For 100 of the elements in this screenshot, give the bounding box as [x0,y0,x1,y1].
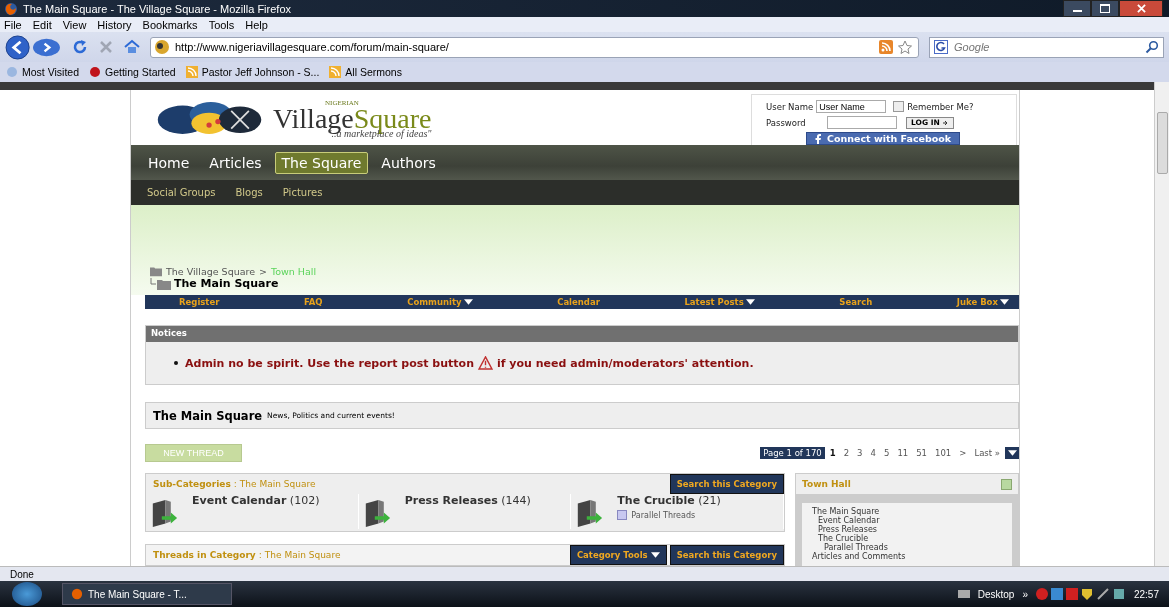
notice-text: Admin no be spirit. Use the report post button [185,356,474,370]
section-title: Threads in Category [153,549,256,560]
menu-item[interactable]: History [97,18,132,31]
page-link[interactable]: 1 [826,447,839,459]
category-tools-button[interactable]: Category Tools [569,544,667,565]
sidebar-title: Town Hall [802,479,851,489]
search-field[interactable]: Google [929,36,1164,58]
password-field[interactable] [827,116,897,129]
arrow-icon [942,119,949,126]
section-title: Sub-Categories [153,479,231,489]
menu-item[interactable]: Edit [32,18,52,31]
reload-icon[interactable] [72,39,88,55]
thread-count: (102) [289,494,320,507]
nav-tab[interactable]: Home [141,151,197,174]
subforum-link[interactable]: Event Calendar [192,494,287,507]
tree-item[interactable]: Parallel Threads [812,543,1002,552]
page-link[interactable]: 4 [867,447,879,459]
window-title: The Main Square - The Village Square - Mozilla Firefox [23,2,291,15]
bookmark-icon [6,66,18,78]
keyboard-icon [957,590,970,598]
bookmark-link[interactable]: Pastor Jeff Johnson - S... [201,66,320,78]
page-link[interactable]: > [956,447,970,459]
search-icon[interactable] [1145,40,1159,54]
back-forward-icon[interactable] [4,34,62,60]
address-bar[interactable]: http://www.nigeriavillagesquare.com/forum/main-square/ [150,36,919,58]
subforum-link[interactable]: Parallel Threads [631,510,696,520]
scrollbar[interactable] [1154,82,1169,566]
close-button[interactable] [1119,0,1163,17]
dropdown-icon [745,299,755,305]
forum-nav-link[interactable]: FAQ [303,297,323,307]
tree-item[interactable]: The Crucible [812,534,1002,543]
forum-icon [576,498,604,529]
minimize-button[interactable] [1063,0,1091,17]
field-label: Password [766,117,807,128]
home-icon[interactable] [124,39,140,55]
maximize-button[interactable] [1091,0,1119,17]
forum-nav-link[interactable]: Community [407,297,473,307]
close-icon [1136,4,1146,13]
tree-item[interactable]: The Main Square [812,507,1002,516]
forum-title: The Main Square [153,408,263,423]
chevron-button[interactable]: » [1022,588,1028,600]
sub-nav-link[interactable]: Social Groups [147,187,216,198]
collapse-button[interactable] [1001,478,1012,490]
forum-nav-link[interactable]: Register [179,297,220,307]
username-field[interactable]: User Name [816,100,887,113]
page-link[interactable]: Last » [971,447,1003,459]
status-text: Done [10,568,34,580]
nav-tab[interactable]: Authors [374,151,443,174]
menu-item[interactable]: Bookmarks [142,18,198,31]
thread-count: (21) [698,494,721,507]
desktop-toolbar[interactable]: Desktop [977,588,1015,600]
sub-nav-link[interactable]: Blogs [235,187,263,198]
page-link[interactable]: 51 [913,447,931,459]
bookmark-link[interactable]: Getting Started [105,66,176,78]
search-category-button[interactable]: Search this Category [669,544,784,565]
forum-nav-link[interactable]: Search [839,297,873,307]
page-link[interactable]: 11 [894,447,912,459]
separator: : [258,549,262,560]
bookmark-link[interactable]: All Sermons [345,66,402,78]
notices-title: Notices [146,326,1018,342]
tree-item[interactable]: Articles and Comments [812,552,1002,561]
subforum-link[interactable]: Press Releases [404,494,498,507]
taskbar-task[interactable]: The Main Square - T... [62,583,232,605]
tree-item[interactable]: Press Releases [812,525,1002,534]
search-category-button[interactable]: Search this Category [669,474,784,494]
breadcrumb-separator: > [259,265,268,277]
rss-icon [185,66,198,78]
page-menu-button[interactable] [1005,447,1019,459]
page-link[interactable]: 101 [932,447,955,459]
page-link[interactable]: 5 [880,447,893,459]
page-link[interactable]: 3 [854,447,866,459]
forum-nav-link[interactable]: Latest Posts [684,297,755,307]
subforum-link[interactable]: The Crucible [617,494,695,507]
firefox-icon [4,1,18,16]
nav-tab[interactable]: The Square [274,151,369,174]
firefox-icon [71,588,83,600]
section-forum-name: The Main Square [264,549,341,560]
bookmark-link[interactable]: Most Visited [22,66,79,78]
menu-item[interactable]: File [4,18,22,31]
clock: 22:57 [1133,588,1159,600]
dropdown-icon [650,551,660,558]
sub-nav-link[interactable]: Pictures [282,187,323,198]
menu-item[interactable]: Help [245,18,268,31]
menu-item[interactable]: View [62,18,87,31]
menu-item[interactable]: Tools [208,18,235,31]
remember-checkbox[interactable] [893,101,905,112]
page-link[interactable]: 2 [840,447,853,459]
forum-nav-link[interactable]: Juke Box [956,297,1009,307]
tree-item[interactable]: Event Calendar [812,516,1002,525]
start-button[interactable] [12,582,42,606]
rss-icon [329,66,342,78]
rss-icon[interactable] [879,40,893,54]
forum-nav-link[interactable]: Calendar [557,297,600,307]
facebook-button[interactable]: Connect with Facebook [806,132,961,145]
star-icon[interactable] [898,40,912,54]
google-icon [934,40,948,54]
breadcrumb-link[interactable]: The Village Square [166,265,256,277]
nav-tab[interactable]: Articles [202,151,269,174]
site-icon [154,39,170,55]
subforum-icon [617,510,628,520]
